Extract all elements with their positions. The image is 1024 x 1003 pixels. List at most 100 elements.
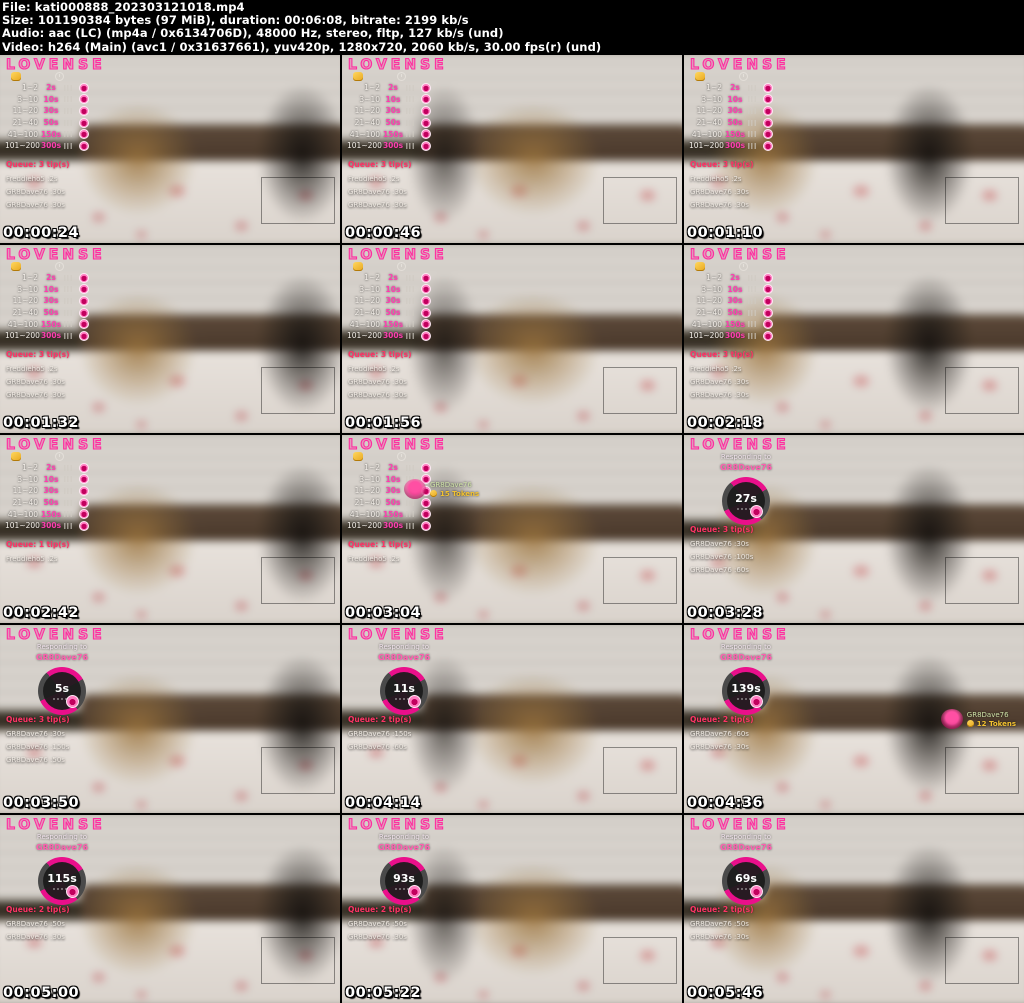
secondary-cam-inset	[262, 368, 334, 413]
tip-menu-header	[689, 260, 785, 272]
tip-duration: 150s	[380, 320, 406, 329]
toy-icon	[750, 505, 763, 518]
toy-icon	[421, 284, 431, 294]
video-thumbnail[interactable]: LOVENSE 1~22s3~1010s11~2030s21~4050s41~1…	[0, 815, 340, 1003]
tip-range: 3~10	[347, 285, 380, 294]
tip-range: 3~10	[5, 285, 38, 294]
video-thumbnail[interactable]: LOVENSE 1~22s3~1010s11~2030s21~4050s41~1…	[684, 815, 1024, 1003]
video-thumbnail[interactable]: LOVENSE 1~22s3~1010s11~2030s21~4050s41~1…	[342, 435, 682, 623]
tip-duration: 300s	[380, 521, 406, 530]
toy-icon	[763, 106, 773, 116]
timer-seconds: 93s	[393, 872, 415, 885]
tip-range: 1~2	[5, 83, 38, 92]
timestamp-label: 00:00:46	[345, 225, 421, 241]
lovense-watermark: LOVENSE	[690, 817, 790, 833]
video-thumbnail[interactable]: LOVENSE 1~22s3~1010s11~2030s21~4050s41~1…	[342, 245, 682, 433]
coin-icon	[353, 262, 363, 271]
lovense-watermark: LOVENSE	[348, 817, 448, 833]
video-thumbnail[interactable]: LOVENSE 1~22s3~1010s11~2030s21~4050s41~1…	[0, 245, 340, 433]
video-thumbnail[interactable]: LOVENSE 1~22s3~1010s11~2030s21~4050s41~1…	[342, 55, 682, 243]
queue-line: GR8Dave76 :30s	[690, 741, 830, 754]
video-thumbnail[interactable]: LOVENSE 1~22s3~1010s11~2030s21~4050s41~1…	[0, 55, 340, 243]
timestamp-label: 00:00:24	[3, 225, 79, 241]
tip-menu-rows: 1~22s3~1010s11~2030s21~4050s41~100150s10…	[5, 272, 101, 342]
tip-duration: 150s	[38, 320, 64, 329]
queue-line: GR8Dave76 :30s	[348, 389, 488, 402]
tip-menu-row: 41~100150s	[347, 318, 443, 330]
toy-icon	[408, 695, 421, 708]
responding-username: GR8Dave76	[10, 843, 114, 852]
responding-label: Responding to	[352, 833, 456, 841]
tip-menu-rows: 1~22s3~1010s11~2030s21~4050s41~100150s10…	[5, 462, 101, 532]
tip-menu-overlay: 1~22s3~1010s11~2030s21~4050s41~100150s10…	[347, 70, 443, 152]
video-thumbnail[interactable]: LOVENSE 1~22s3~1010s11~2030s21~4050s41~1…	[0, 625, 340, 813]
tip-range: 11~20	[5, 106, 38, 115]
timer-seconds: 5s	[55, 682, 69, 695]
toy-icon	[79, 474, 89, 484]
tip-timer-circle: 69s	[722, 857, 770, 905]
tip-timer-circle: 5s	[38, 667, 86, 715]
tip-queue: Queue: 3 tip(s) Freddieho5 :2sGR8Dave76 …	[690, 350, 830, 402]
queue-line: Freddieho5 :2s	[6, 553, 146, 566]
queue-line: GR8Dave76 :30s	[348, 186, 488, 199]
clock-icon	[55, 72, 64, 81]
video-thumbnail[interactable]: LOVENSE 1~22s3~1010s11~2030s21~4050s41~1…	[684, 625, 1024, 813]
tip-duration: 30s	[38, 296, 64, 305]
thumbnail-grid: LOVENSE 1~22s3~1010s11~2030s21~4050s41~1…	[0, 55, 1024, 1003]
coin-icon	[695, 72, 705, 81]
toy-icon	[79, 141, 89, 151]
tip-range: 101~200	[689, 141, 722, 150]
tip-range: 3~10	[689, 95, 722, 104]
tip-range: 3~10	[347, 475, 380, 484]
tip-range: 3~10	[5, 475, 38, 484]
file-info-header: File: kati000888_202303121018.mp4 Size: …	[0, 0, 1024, 55]
tip-menu-row: 1~22s	[689, 82, 785, 94]
vibration-level-icon	[64, 333, 73, 339]
tip-range: 3~10	[689, 285, 722, 294]
tip-range: 101~200	[689, 331, 722, 340]
queue-line: GR8Dave76 :50s	[348, 918, 488, 931]
video-thumbnail[interactable]: LOVENSE 1~22s3~1010s11~2030s21~4050s41~1…	[684, 435, 1024, 623]
queue-line: GR8Dave76 :30s	[6, 199, 146, 212]
tip-menu-row: 1~22s	[347, 462, 443, 474]
tip-range: 41~100	[5, 130, 38, 139]
tip-duration: 30s	[380, 106, 406, 115]
responding-label: Responding to	[694, 453, 798, 461]
video-thumbnail[interactable]: LOVENSE 1~22s3~1010s11~2030s21~4050s41~1…	[342, 815, 682, 1003]
queue-line: GR8Dave76 :30s	[348, 199, 488, 212]
queue-line: GR8Dave76 :30s	[690, 931, 830, 944]
tip-timer-circle: 93s	[380, 857, 428, 905]
toy-icon	[421, 308, 431, 318]
tip-range: 11~20	[347, 106, 380, 115]
responding-username: GR8Dave76	[694, 843, 798, 852]
tip-range: 101~200	[347, 521, 380, 530]
video-thumbnail[interactable]: LOVENSE 1~22s3~1010s11~2030s21~4050s41~1…	[342, 625, 682, 813]
queue-line: Freddieho5 :2s	[348, 173, 488, 186]
toy-icon	[79, 308, 89, 318]
tip-queue: Queue: 3 tip(s) Freddieho5 :2sGR8Dave76 …	[6, 160, 146, 212]
toy-icon	[66, 885, 79, 898]
queue-line: Freddieho5 :2s	[6, 173, 146, 186]
tip-duration: 150s	[380, 510, 406, 519]
tip-menu-row: 41~100150s	[347, 128, 443, 140]
tip-queue: Queue: 3 tip(s) GR8Dave76 :30sGR8Dave76 …	[6, 715, 146, 767]
tip-menu-row: 41~100150s	[5, 508, 101, 520]
queue-line: GR8Dave76 :50s	[6, 918, 146, 931]
queue-title: Queue: 1 tip(s)	[348, 540, 488, 549]
tip-range: 21~40	[5, 308, 38, 317]
tip-duration: 50s	[38, 308, 64, 317]
queue-line: Freddieho5 :2s	[690, 363, 830, 376]
video-thumbnail[interactable]: LOVENSE 1~22s3~1010s11~2030s21~4050s41~1…	[0, 435, 340, 623]
lips-icon	[941, 709, 963, 729]
vibration-level-icon	[64, 143, 73, 149]
video-thumbnail[interactable]: LOVENSE 1~22s3~1010s11~2030s21~4050s41~1…	[684, 245, 1024, 433]
clock-icon	[55, 452, 64, 461]
tip-menu-overlay: 1~22s3~1010s11~2030s21~4050s41~100150s10…	[689, 70, 785, 152]
tip-queue: Queue: 2 tip(s) GR8Dave76 :50sGR8Dave76 …	[6, 905, 146, 944]
queue-line: GR8Dave76 :100s	[690, 551, 830, 564]
tip-range: 41~100	[5, 510, 38, 519]
tip-menu-row: 3~1010s	[689, 284, 785, 296]
toy-icon	[421, 331, 431, 341]
tip-range: 21~40	[689, 118, 722, 127]
video-thumbnail[interactable]: LOVENSE 1~22s3~1010s11~2030s21~4050s41~1…	[684, 55, 1024, 243]
